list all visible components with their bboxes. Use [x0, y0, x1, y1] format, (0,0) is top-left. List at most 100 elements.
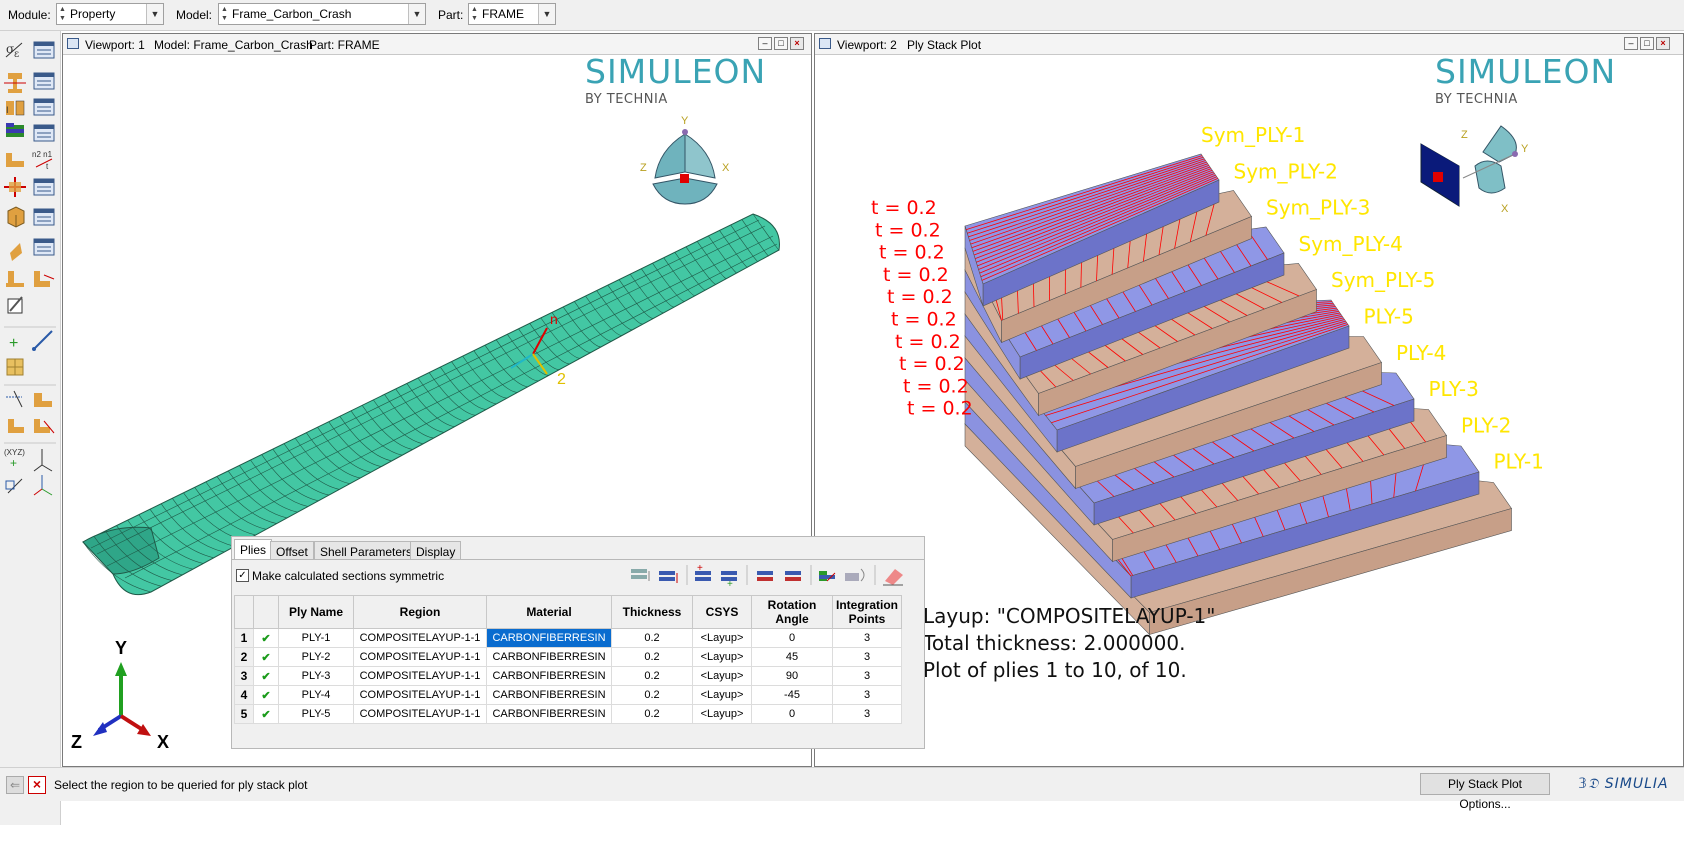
column-csys[interactable]: CSYS [692, 595, 752, 629]
ply-table[interactable]: Ply Name Region Material Thickness CSYS … [234, 595, 902, 724]
column-region[interactable]: Region [353, 595, 487, 629]
tab-plies[interactable]: Plies [234, 539, 273, 560]
layup-manager-icon[interactable] [33, 124, 55, 142]
row-number[interactable]: 5 [234, 704, 254, 724]
create-profile-icon[interactable]: I [6, 100, 25, 116]
assign-material-orientation-icon[interactable] [4, 177, 26, 197]
table-row[interactable]: 4 ✔ PLY-4 COMPOSITELAYUP-1-1 CARBONFIBERRESI… [234, 685, 902, 705]
check-icon[interactable]: ✔ [253, 666, 279, 686]
assign-section-icon[interactable] [6, 153, 24, 167]
rotation-angle-cell[interactable]: 90 [751, 666, 833, 686]
check-icon[interactable]: ✔ [253, 704, 279, 724]
column-integration-points[interactable]: Integration Points [832, 595, 902, 629]
column-ply-name[interactable]: Ply Name [278, 595, 354, 629]
create-inertia-icon[interactable] [7, 206, 25, 228]
spin-arrows-icon[interactable]: ▲ ▼ [220, 5, 229, 23]
thickness-cell[interactable]: 0.2 [611, 685, 693, 705]
material-cell[interactable]: CARBONFIBERRESIN [486, 704, 612, 724]
table-row[interactable]: 5 ✔ PLY-5 COMPOSITELAYUP-1-1 CARBONFIBERRESI… [234, 704, 902, 724]
symmetric-checkbox[interactable]: ✓ [236, 569, 249, 582]
csys-cell[interactable]: <Layup> [692, 666, 752, 686]
create-material-icon[interactable]: σε [5, 42, 23, 60]
integration-points-cell[interactable]: 3 [832, 704, 902, 724]
axis-reference-icon[interactable] [33, 475, 53, 496]
rotation-angle-cell[interactable]: 0 [751, 704, 833, 724]
minimize-button[interactable]: – [758, 37, 772, 50]
ply-name-cell[interactable]: PLY-1 [278, 628, 354, 648]
integration-points-cell[interactable]: 3 [832, 647, 902, 667]
thickness-cell[interactable]: 0.2 [611, 647, 693, 667]
row-number[interactable]: 3 [234, 666, 254, 686]
feature-suppress-icon[interactable] [8, 419, 24, 433]
material-cell[interactable]: CARBONFIBERRESIN [486, 628, 612, 648]
integration-points-cell[interactable]: 3 [832, 666, 902, 686]
composite-layup-editor[interactable]: Plies Offset Shell Parameters Display ✓ … [231, 536, 925, 749]
rotation-angle-cell[interactable]: 45 [751, 647, 833, 667]
profile-manager-icon[interactable] [33, 98, 55, 116]
viewport-2[interactable]: Viewport: 2 Ply Stack Plot – □ × SIMULEO… [814, 33, 1684, 767]
table-row[interactable]: 2 ✔ PLY-2 COMPOSITELAYUP-1-1 CARBONFIBERRESI… [234, 647, 902, 667]
region-cell[interactable]: COMPOSITELAYUP-1-1 [353, 704, 487, 724]
column-material[interactable]: Material [486, 595, 612, 629]
csys-cell[interactable]: <Layup> [692, 685, 752, 705]
material-cell[interactable]: CARBONFIBERRESIN [486, 685, 612, 705]
row-number[interactable]: 2 [234, 647, 254, 667]
column-rotation-angle[interactable]: Rotation Angle [751, 595, 833, 629]
inertia-manager-icon[interactable] [33, 208, 55, 226]
chevron-down-icon[interactable]: ▼ [408, 4, 425, 24]
create-datum-axis-icon[interactable] [32, 330, 53, 351]
thickness-cell[interactable]: 0.2 [611, 666, 693, 686]
spin-arrows-icon[interactable]: ▲ ▼ [58, 5, 67, 23]
assign-beam-orientation-icon[interactable]: n2 n1 t [32, 150, 53, 171]
back-arrow-icon[interactable]: ⇐ [6, 776, 24, 794]
csys-cell[interactable]: <Layup> [692, 628, 752, 648]
query-icon[interactable] [6, 390, 23, 408]
chevron-down-icon[interactable]: ▼ [146, 4, 163, 24]
table-row[interactable]: 1 ✔ PLY-1 COMPOSITELAYUP-1-1 CARBONFIBERRESI… [234, 628, 902, 648]
insert-row-after-icon[interactable]: + [721, 571, 737, 587]
part-combo[interactable]: ▲ ▼ FRAME ▼ [468, 3, 556, 25]
ply-name-cell[interactable]: PLY-4 [278, 685, 354, 705]
csys-cell[interactable]: <Layup> [692, 647, 752, 667]
maximize-button[interactable]: □ [774, 37, 788, 50]
row-number[interactable]: 1 [234, 628, 254, 648]
feature-transform-icon[interactable] [5, 478, 23, 494]
region-cell[interactable]: COMPOSITELAYUP-1-1 [353, 628, 487, 648]
create-datum-point-icon[interactable]: + [9, 335, 18, 352]
region-cell[interactable]: COMPOSITELAYUP-1-1 [353, 685, 487, 705]
thickness-cell[interactable]: 0.2 [611, 628, 693, 648]
special-section-icon[interactable] [6, 271, 24, 287]
integration-points-cell[interactable]: 3 [832, 685, 902, 705]
chevron-down-icon[interactable]: ▼ [538, 4, 555, 24]
region-cell[interactable]: COMPOSITELAYUP-1-1 [353, 647, 487, 667]
rotation-angle-cell[interactable]: -45 [751, 685, 833, 705]
material-cell[interactable]: CARBONFIBERRESIN [486, 647, 612, 667]
skin-manager-icon[interactable] [33, 238, 55, 256]
ply-name-cell[interactable]: PLY-3 [278, 666, 354, 686]
edit-ply-icon[interactable] [819, 571, 836, 582]
move-down-icon[interactable] [659, 571, 678, 583]
minimize-button[interactable]: – [1624, 37, 1638, 50]
material-cell[interactable]: CARBONFIBERRESIN [486, 666, 612, 686]
edit-section-icon[interactable] [7, 296, 23, 314]
ply-name-cell[interactable]: PLY-2 [278, 647, 354, 667]
tab-display[interactable]: Display [410, 541, 462, 560]
ply-name-cell[interactable]: PLY-5 [278, 704, 354, 724]
create-skin-icon[interactable] [10, 243, 22, 261]
insert-row-before-icon[interactable]: + [695, 563, 711, 581]
move-up-icon[interactable] [631, 569, 650, 581]
partition-face-icon[interactable] [6, 358, 24, 376]
check-icon[interactable]: ✔ [253, 628, 279, 648]
section-manager-icon[interactable] [33, 72, 55, 90]
check-icon[interactable]: ✔ [253, 647, 279, 667]
special-section-alt-icon[interactable] [34, 271, 55, 287]
module-combo[interactable]: ▲ ▼ Property ▼ [56, 3, 164, 25]
row-number[interactable]: 4 [234, 685, 254, 705]
material-manager-icon[interactable] [33, 41, 55, 59]
maximize-button[interactable]: □ [1640, 37, 1654, 50]
orientation-manager-icon[interactable] [33, 178, 55, 196]
feature-delete-icon[interactable] [34, 419, 55, 434]
copy-row-before-icon[interactable] [757, 571, 773, 581]
thickness-cell[interactable]: 0.2 [611, 704, 693, 724]
model-combo[interactable]: ▲ ▼ Frame_Carbon_Crash ▼ [218, 3, 426, 25]
